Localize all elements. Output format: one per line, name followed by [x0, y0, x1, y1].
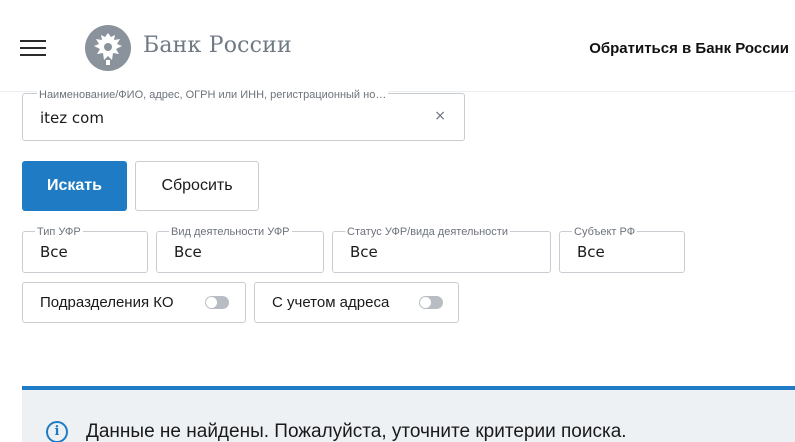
filter-label: Вид деятельности УФР: [169, 225, 292, 239]
toggle-with-address[interactable]: С учетом адреса: [254, 282, 459, 323]
filter-label: Статус УФР/вида деятельности: [345, 225, 510, 239]
filter-status[interactable]: Статус УФР/вида деятельности Все: [332, 225, 551, 273]
info-icon: i: [46, 421, 68, 442]
filter-value[interactable]: Все: [40, 243, 68, 261]
toggle-label: С учетом адреса: [272, 294, 390, 311]
filter-value[interactable]: Все: [174, 243, 202, 261]
toggle-switch[interactable]: [419, 296, 443, 309]
search-button[interactable]: Искать: [22, 161, 127, 211]
clear-icon[interactable]: ×: [434, 108, 446, 124]
notice-text: Данные не найдены. Пожалуйста, уточните …: [86, 421, 627, 442]
toggle-label: Подразделения КО: [40, 294, 174, 311]
filter-region[interactable]: Субъект РФ Все: [559, 225, 685, 273]
filter-label: Субъект РФ: [572, 225, 638, 239]
toggle-switch[interactable]: [205, 296, 229, 309]
search-field-label: Наименование/ФИО, адрес, ОГРН или ИНН, р…: [37, 88, 389, 102]
filter-activity-type[interactable]: Вид деятельности УФР Все: [156, 225, 324, 273]
logo-text[interactable]: Банк России: [143, 33, 292, 58]
bank-emblem-icon[interactable]: [84, 24, 132, 72]
site-header: Банк России Обратиться в Банк России: [0, 0, 795, 92]
filter-value[interactable]: Все: [350, 243, 378, 261]
reset-button[interactable]: Сбросить: [135, 161, 259, 211]
search-input[interactable]: itez com: [40, 109, 420, 127]
search-field[interactable]: Наименование/ФИО, адрес, ОГРН или ИНН, р…: [22, 88, 465, 141]
contact-bank-link[interactable]: Обратиться в Банк России: [589, 40, 789, 57]
filter-label: Тип УФР: [35, 225, 83, 239]
toggle-ko-divisions[interactable]: Подразделения КО: [22, 282, 246, 323]
hamburger-menu-icon[interactable]: [20, 40, 46, 56]
filter-value[interactable]: Все: [577, 243, 605, 261]
no-results-notice: i Данные не найдены. Пожалуйста, уточнит…: [22, 386, 795, 442]
filter-ufr-type[interactable]: Тип УФР Все: [22, 225, 148, 273]
